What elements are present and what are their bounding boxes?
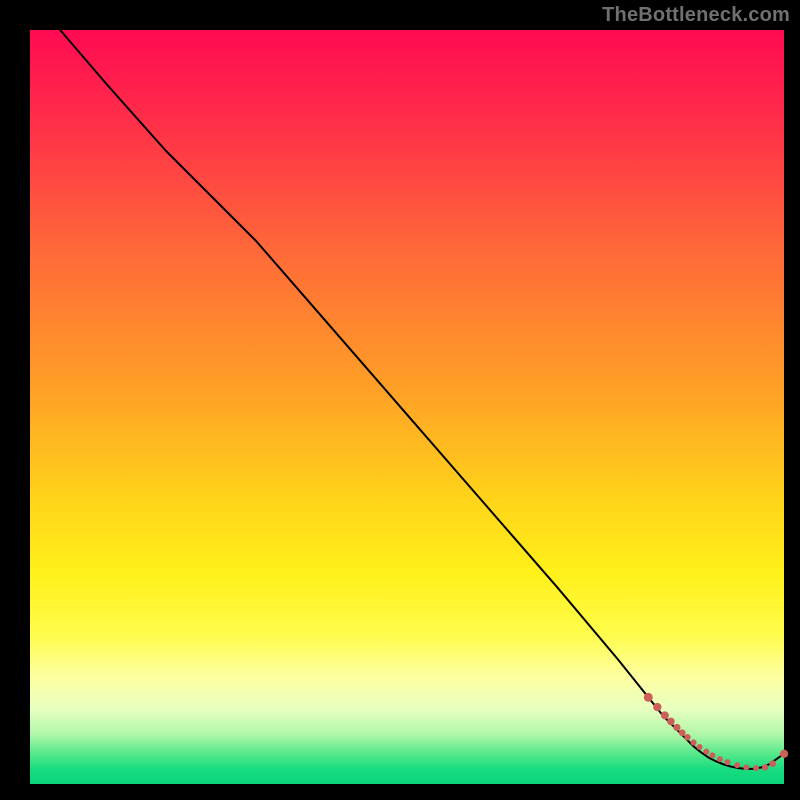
highlight-dot (661, 711, 669, 719)
chart-svg (30, 30, 784, 784)
highlight-dot (644, 693, 653, 702)
highlight-dot (703, 749, 709, 755)
chart-stage: TheBottleneck.com (0, 0, 800, 800)
highlight-dot (697, 744, 703, 750)
highlight-dot (769, 760, 776, 767)
curve-layer (60, 30, 784, 769)
highlight-dot (762, 764, 768, 770)
highlight-dot (673, 724, 680, 731)
highlight-dot (780, 750, 788, 758)
plot-area (30, 30, 784, 784)
highlight-dot (679, 729, 686, 736)
highlight-dot (653, 703, 661, 711)
bottleneck-curve (60, 30, 784, 769)
watermark-label: TheBottleneck.com (602, 4, 790, 27)
highlight-dot (753, 765, 759, 771)
highlight-dot (743, 764, 749, 770)
highlight-dot (717, 756, 723, 762)
highlight-dots-layer (644, 693, 788, 771)
highlight-dot (684, 734, 690, 740)
highlight-dot (724, 759, 730, 765)
highlight-dot (734, 762, 740, 768)
highlight-dot (667, 718, 675, 726)
highlight-dot (709, 752, 715, 758)
highlight-dot (690, 739, 696, 745)
